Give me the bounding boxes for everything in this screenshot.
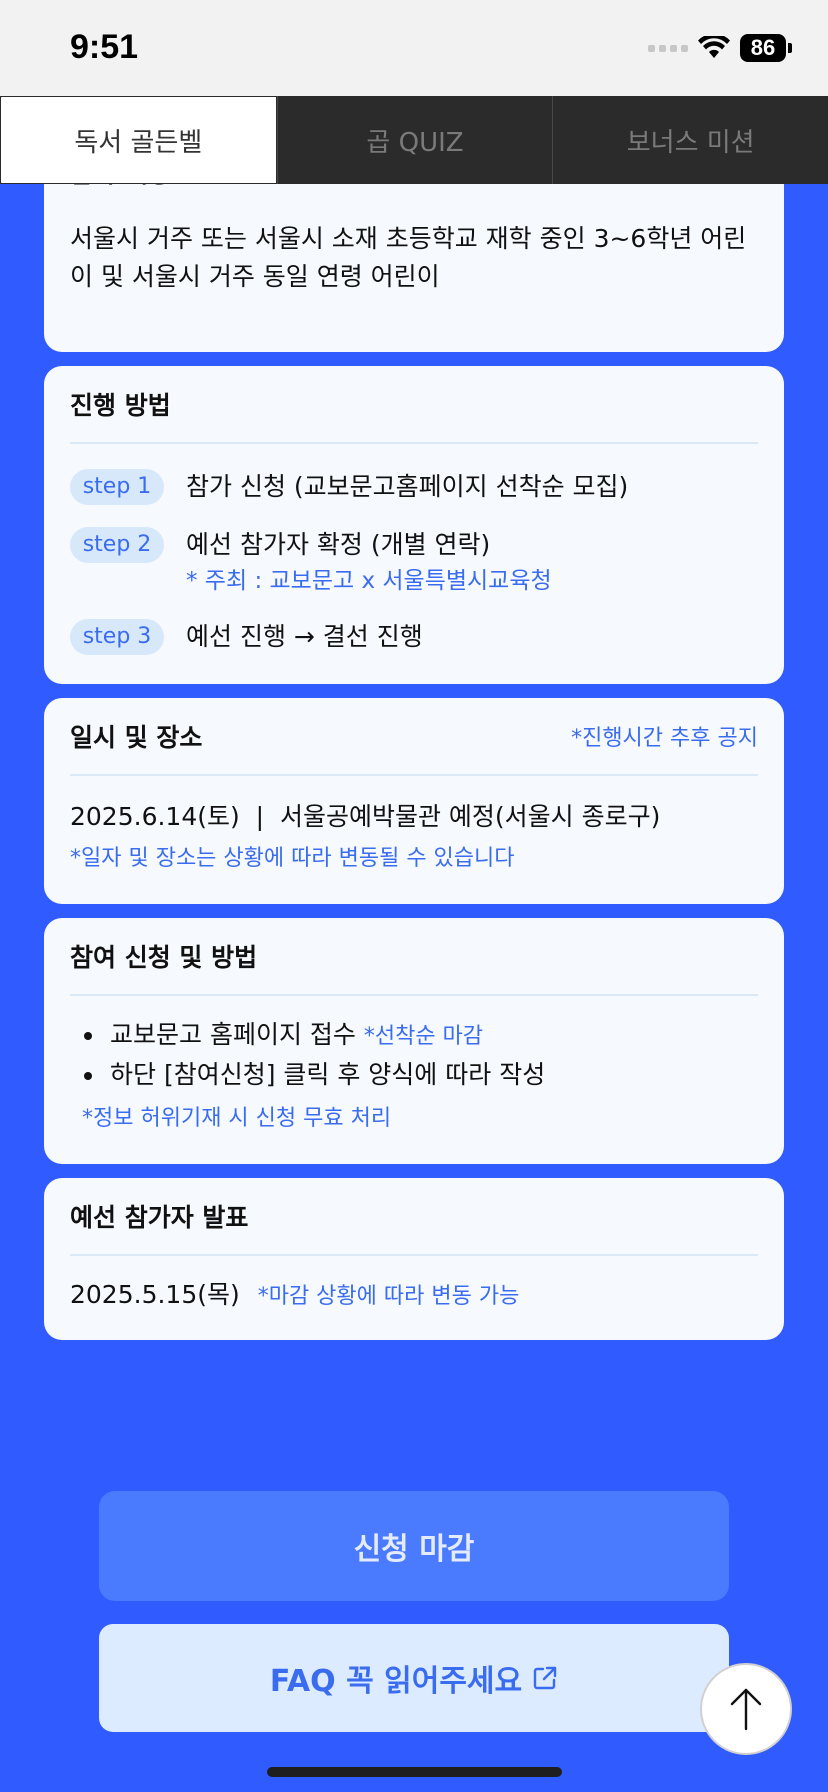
list-item-text: 하단 [참여신청] 클릭 후 양식에 따라 작성 bbox=[110, 1060, 546, 1089]
schedule-card: 일시 및 장소 *진행시간 추후 공지 2025.6.14(토) | 서울공예박… bbox=[44, 698, 784, 904]
battery-icon: 86 bbox=[740, 34, 786, 62]
announcement-card: 예선 참가자 발표 2025.5.15(목) *마감 상황에 따라 변동 가능 bbox=[44, 1178, 784, 1340]
list-item-text: 교보문고 홈페이지 접수 bbox=[110, 1020, 364, 1049]
tab-gop-quiz[interactable]: 곱 QUIZ bbox=[276, 96, 553, 184]
schedule-header: 일시 및 장소 *진행시간 추후 공지 bbox=[70, 698, 758, 776]
external-link-icon bbox=[533, 1666, 557, 1690]
step-row: step 2 예선 참가자 확정 (개별 연락) * 주최 : 교보문고 x 서… bbox=[70, 526, 758, 598]
eligibility-body: 서울시 거주 또는 서울시 소재 초등학교 재학 중인 3~6학년 어린이 및 … bbox=[70, 224, 747, 291]
schedule-title: 일시 및 장소 bbox=[70, 723, 203, 752]
list-item: 교보문고 홈페이지 접수 *선착순 마감 bbox=[70, 1016, 758, 1056]
list-item-note: *선착순 마감 bbox=[363, 1024, 484, 1049]
step-subnote: * 주최 : 교보문고 x 서울특별시교육청 bbox=[186, 568, 552, 594]
home-indicator bbox=[267, 1767, 562, 1777]
wifi-icon bbox=[698, 36, 730, 58]
step-row: step 3 예선 진행 → 결선 진행 bbox=[70, 618, 758, 656]
status-icons: 86 bbox=[648, 34, 792, 62]
application-card: 참여 신청 및 방법 교보문고 홈페이지 접수 *선착순 마감 하단 [참여신청… bbox=[44, 918, 784, 1164]
application-list: 교보문고 홈페이지 접수 *선착순 마감 하단 [참여신청] 클릭 후 양식에 … bbox=[70, 1016, 758, 1094]
schedule-body: 2025.6.14(토) | 서울공예박물관 예정(서울시 종로구) *일자 및… bbox=[70, 776, 758, 904]
announcement-body: 2025.5.15(목) *마감 상황에 따라 변동 가능 bbox=[70, 1256, 758, 1340]
step-text: 예선 참가자 확정 (개별 연락) bbox=[186, 530, 491, 559]
status-bar: 9:51 86 bbox=[0, 0, 828, 96]
schedule-date-place: 2025.6.14(토) | 서울공예박물관 예정(서울시 종로구) bbox=[70, 802, 661, 831]
step-text: 참가 신청 (교보문고홈페이지 선착순 모집) bbox=[186, 472, 629, 501]
process-header: 진행 방법 bbox=[70, 366, 758, 444]
faq-button-label: FAQ 꼭 읽어주세요 bbox=[269, 1664, 523, 1699]
list-item: 하단 [참여신청] 클릭 후 양식에 따라 작성 bbox=[70, 1056, 758, 1094]
application-footnote: *정보 허위기재 시 신청 무효 처리 bbox=[82, 1106, 392, 1131]
status-time: 9:51 bbox=[70, 28, 139, 66]
step-badge: step 2 bbox=[70, 527, 164, 563]
battery-tip bbox=[788, 43, 792, 53]
tab-bar: 독서 골든벨 곱 QUIZ 보너스 미션 bbox=[0, 96, 828, 184]
step-row: step 1 참가 신청 (교보문고홈페이지 선착순 모집) bbox=[70, 468, 758, 506]
schedule-note: *진행시간 추후 공지 bbox=[571, 726, 758, 751]
process-card: 진행 방법 step 1 참가 신청 (교보문고홈페이지 선착순 모집) ste… bbox=[44, 366, 784, 684]
announcement-note: *마감 상황에 따라 변동 가능 bbox=[257, 1284, 520, 1309]
arrow-up-icon bbox=[730, 1688, 762, 1731]
announcement-title: 예선 참가자 발표 bbox=[70, 1203, 249, 1232]
cellular-signal-icon bbox=[648, 44, 688, 52]
schedule-subnote: *일자 및 장소는 상황에 따라 변동될 수 있습니다 bbox=[70, 846, 515, 871]
announcement-date: 2025.5.15(목) bbox=[70, 1280, 240, 1309]
apply-closed-button[interactable]: 신청 마감 bbox=[99, 1491, 729, 1601]
tab-reading-goldenbell[interactable]: 독서 골든벨 bbox=[0, 96, 277, 184]
process-title: 진행 방법 bbox=[70, 391, 171, 420]
step-text: 예선 진행 → 결선 진행 bbox=[186, 622, 423, 651]
application-title: 참여 신청 및 방법 bbox=[70, 943, 258, 972]
process-steps: step 1 참가 신청 (교보문고홈페이지 선착순 모집) step 2 예선… bbox=[70, 444, 758, 684]
content-area: 참가 대상 서울시 거주 또는 서울시 소재 초등학교 재학 중인 3~6학년 … bbox=[44, 130, 784, 1354]
faq-button[interactable]: FAQ 꼭 읽어주세요 bbox=[99, 1624, 729, 1732]
step-badge: step 3 bbox=[70, 619, 164, 655]
scroll-to-top-button[interactable] bbox=[700, 1663, 792, 1755]
step-badge: step 1 bbox=[70, 469, 164, 505]
application-body: 교보문고 홈페이지 접수 *선착순 마감 하단 [참여신청] 클릭 후 양식에 … bbox=[70, 996, 758, 1164]
announcement-header: 예선 참가자 발표 bbox=[70, 1178, 758, 1256]
tab-bonus-mission[interactable]: 보너스 미션 bbox=[552, 96, 828, 184]
application-header: 참여 신청 및 방법 bbox=[70, 918, 758, 996]
